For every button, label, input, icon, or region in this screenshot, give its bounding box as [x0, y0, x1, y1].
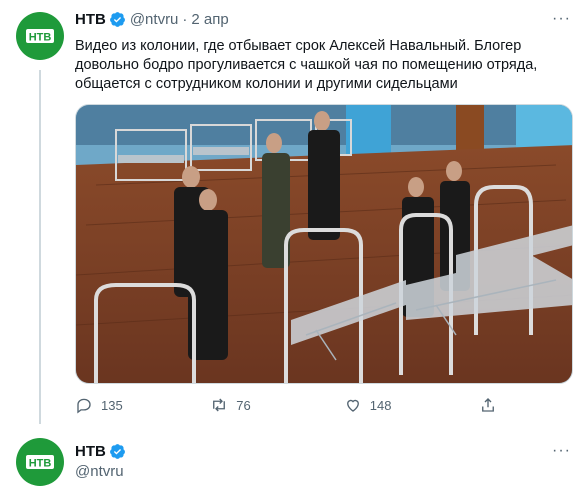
profile-handle[interactable]: @ntvru [75, 463, 124, 480]
verified-badge-icon [109, 443, 126, 460]
author-handle[interactable]: @ntvru [130, 11, 179, 28]
svg-text:НТВ: НТВ [29, 458, 52, 470]
tweet-header: НТВ @ntvru · 2 апр [75, 11, 229, 28]
heart-icon [346, 399, 359, 412]
profile-more-options-icon[interactable]: ··· [552, 442, 571, 460]
share-button[interactable] [479, 396, 505, 414]
profile-handle-row: @ntvru [75, 463, 124, 480]
verified-badge-icon [109, 11, 126, 28]
colony-room-image [76, 105, 572, 383]
retweet-button[interactable]: 76 [210, 396, 256, 414]
retweet-count: 76 [236, 397, 251, 413]
profile-header: НТВ [75, 443, 130, 460]
ntv-avatar[interactable]: НТВ [16, 12, 64, 60]
profile-author-name[interactable]: НТВ [75, 443, 106, 460]
retweet-icon [213, 398, 226, 412]
reply-icon [77, 398, 91, 414]
ntv-avatar-second[interactable]: НТВ [16, 438, 64, 486]
tweet-actions: 135 76 148 [75, 396, 505, 414]
reply-button[interactable]: 135 [75, 396, 123, 414]
tweet-date[interactable]: 2 апр [191, 11, 228, 28]
tweet-text: Видео из колонии, где отбывает срок Алек… [75, 38, 538, 92]
tweet-video-thumbnail[interactable] [75, 104, 573, 384]
like-count: 148 [369, 397, 392, 413]
ntv-logo-icon: НТВ [21, 17, 59, 55]
reply-count: 135 [101, 397, 123, 413]
like-button[interactable]: 148 [344, 396, 392, 414]
more-options-icon[interactable]: ··· [552, 10, 571, 28]
thread-line [39, 70, 41, 424]
author-name[interactable]: НТВ [75, 11, 106, 28]
ntv-logo-icon: НТВ [21, 443, 59, 481]
svg-text:НТВ: НТВ [29, 32, 52, 44]
share-icon [482, 398, 494, 412]
separator-dot: · [182, 11, 188, 28]
